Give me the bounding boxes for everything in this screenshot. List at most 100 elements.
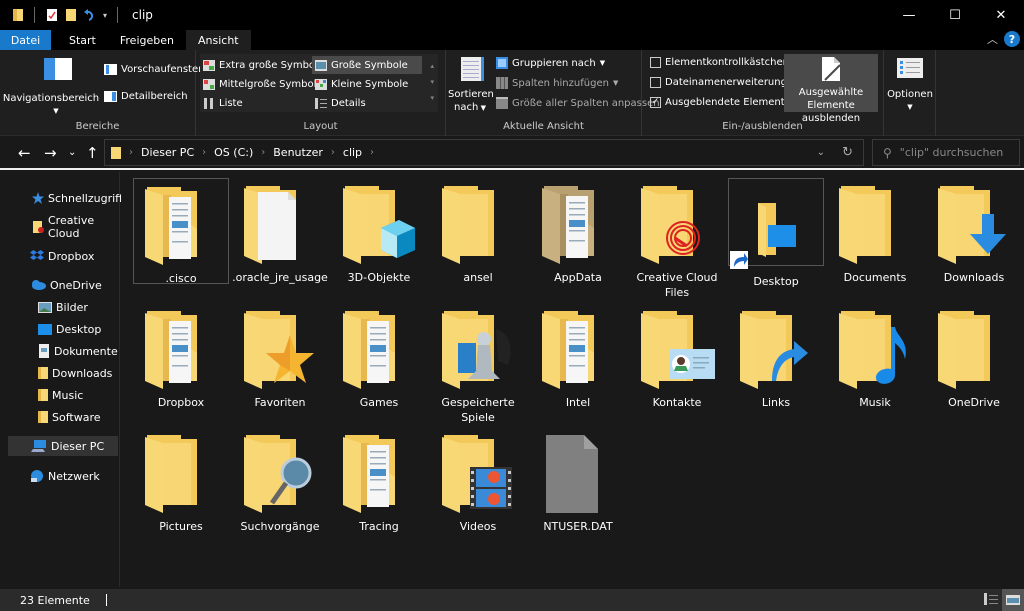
folder-search-icon [240,433,320,515]
breadcrumb-separator-icon[interactable]: › [202,147,206,158]
recent-locations-button[interactable]: ⌄ [68,147,76,158]
checkbox[interactable] [650,77,661,88]
file-item[interactable]: Creative Cloud Files [629,178,725,299]
sidebar-item-schnellzugriff[interactable]: Schnellzugriff [32,188,123,208]
breadcrumb-separator-icon[interactable]: › [129,147,133,158]
group-aktuelle-ansicht: Sortieren nach ▼ Gruppieren nach ▼ Spalte… [446,50,660,136]
breadcrumb-separator-icon[interactable]: › [261,147,265,158]
sortieren-button[interactable]: Sortieren nach ▼ [448,56,494,115]
undo-icon[interactable] [83,8,97,22]
breadcrumb-os-c[interactable]: OS (C:) [214,146,253,159]
ausgewaehlte-elemente-ausblenden-button[interactable]: Ausgewählte Elemente ausblenden [784,54,878,124]
file-item[interactable]: Desktop [728,178,824,288]
tab-start[interactable]: Start [57,30,108,50]
layout-medium-icons[interactable]: Mittelgroße Symbole [200,75,326,93]
search-input[interactable]: "clip" durchsuchen [900,146,1003,159]
folder-videos-icon [438,433,518,515]
tab-datei[interactable]: Datei [0,30,51,50]
help-icon[interactable]: ? [1004,31,1020,47]
breadcrumb-separator-icon[interactable]: › [331,147,335,158]
tab-freigeben[interactable]: Freigeben [108,30,186,50]
sidebar-item-downloads[interactable]: Downloads [38,363,112,383]
file-item[interactable]: .oracle_jre_usage [232,178,328,296]
minimize-button[interactable]: — [886,0,932,30]
gallery-scroll[interactable]: ▴ ▾ ▾ [430,58,434,106]
tab-ansicht[interactable]: Ansicht [185,30,251,50]
sidebar-item-onedrive[interactable]: OneDrive [30,275,102,295]
address-dropdown-icon[interactable]: ⌄ [817,147,825,158]
file-item[interactable]: 3D-Objekte [331,178,427,296]
file-item[interactable]: Documents [827,178,923,296]
file-item[interactable]: ansel [430,178,526,296]
file-item[interactable]: Dropbox [133,303,229,421]
file-item[interactable]: Favoriten [232,303,328,421]
sidebar-item-dokumente[interactable]: Dokumente [38,341,118,361]
sidebar-item-dropbox[interactable]: Dropbox [30,246,94,266]
breadcrumb-benutzer[interactable]: Benutzer [273,146,323,159]
file-item[interactable]: Musik [827,303,923,421]
sidebar-item-music[interactable]: Music [38,385,83,405]
file-item[interactable]: Suchvorgänge [232,427,328,545]
layout-small-icons[interactable]: Kleine Symbole [312,75,411,93]
file-item[interactable]: Gespeicherte Spiele [430,303,526,424]
file-item[interactable]: OneDrive [926,303,1022,421]
detailbereich-button[interactable]: Detailbereich [104,91,188,102]
file-name: Downloads [943,271,1005,284]
close-button[interactable]: ✕ [978,0,1024,30]
customize-dropdown-icon[interactable]: ▾ [103,11,107,20]
forward-button[interactable]: → [44,144,57,162]
folder-hidden-icon [538,184,618,266]
large-icons-view-button[interactable] [1002,589,1024,611]
back-button[interactable]: ← [18,144,31,162]
file-item[interactable]: Intel [530,303,626,421]
folder-docs-icon [339,309,419,391]
file-name: 3D-Objekte [347,271,411,284]
sidebar-item-creative-cloud[interactable]: Creative Cloud [32,214,119,240]
sidebar-item-bilder[interactable]: Bilder [38,297,88,317]
spaltengroesse-button[interactable]: Größe aller Spalten anpassen [496,97,660,109]
file-item[interactable]: .cisco [133,178,229,285]
checkbox-checked[interactable]: ✓ [650,97,661,108]
file-item[interactable]: NTUSER.DAT [530,427,626,545]
layout-list[interactable]: Liste [200,94,246,112]
refresh-icon[interactable]: ↻ [842,145,853,160]
sidebar-item-dieser-pc[interactable]: Dieser PC [8,436,118,456]
sidebar-item-software[interactable]: Software [38,407,101,427]
navigationsbereich-button[interactable]: Navigationsbereich ▼ [3,58,100,118]
up-button[interactable]: ↑ [86,144,99,162]
layout-details[interactable]: Details [312,94,369,112]
details-view-button[interactable] [984,593,998,608]
sidebar-item-desktop[interactable]: Desktop [38,319,101,339]
size-columns-icon [496,97,508,109]
new-folder-icon[interactable] [65,8,77,22]
sidebar-item-netzwerk[interactable]: Netzwerk [30,466,100,486]
file-item[interactable]: Tracing [331,427,427,545]
vorschaufenster-button[interactable]: Vorschaufenster [104,64,202,75]
collapse-ribbon-icon[interactable]: ︿ [987,31,998,47]
file-item[interactable]: Links [728,303,824,421]
maximize-button[interactable]: ☐ [932,0,978,30]
gruppieren-button[interactable]: Gruppieren nach ▼ [496,57,605,69]
checkbox-elementkontrollkaestchen[interactable]: Elementkontrollkästchen [650,57,789,68]
checkbox-ausgeblendete-elemente[interactable]: ✓ Ausgeblendete Elemente [650,97,791,108]
optionen-button[interactable]: Optionen ▼ [886,58,934,114]
breadcrumb-dieser-pc[interactable]: Dieser PC [141,146,194,159]
file-item[interactable]: Videos [430,427,526,545]
properties-icon[interactable] [45,8,59,22]
layout-extra-large-icons[interactable]: Extra große Symbole [200,56,327,74]
navigation-pane: Schnellzugriff Creative Cloud Dropbox OneDr… [0,172,123,587]
address-bar[interactable]: › Dieser PC › OS (C:) › Benutzer › clip … [104,139,864,166]
large-icons-view-icon [1006,595,1020,605]
file-item[interactable]: Kontakte [629,303,725,421]
breadcrumb-separator-icon[interactable]: › [370,147,374,158]
file-item[interactable]: AppData [530,178,626,296]
search-box[interactable]: ⚲ "clip" durchsuchen [872,139,1020,166]
checkbox-dateinamenerweiterungen[interactable]: Dateinamenerweiterungen [650,77,799,88]
breadcrumb-clip[interactable]: clip [343,146,362,159]
spalten-hinzufuegen-button[interactable]: Spalten hinzufügen ▼ [496,77,618,89]
file-item[interactable]: Downloads [926,178,1022,296]
layout-large-icons[interactable]: Große Symbole [312,56,422,74]
file-item[interactable]: Games [331,303,427,421]
file-item[interactable]: Pictures [133,427,229,545]
checkbox[interactable] [650,57,661,68]
